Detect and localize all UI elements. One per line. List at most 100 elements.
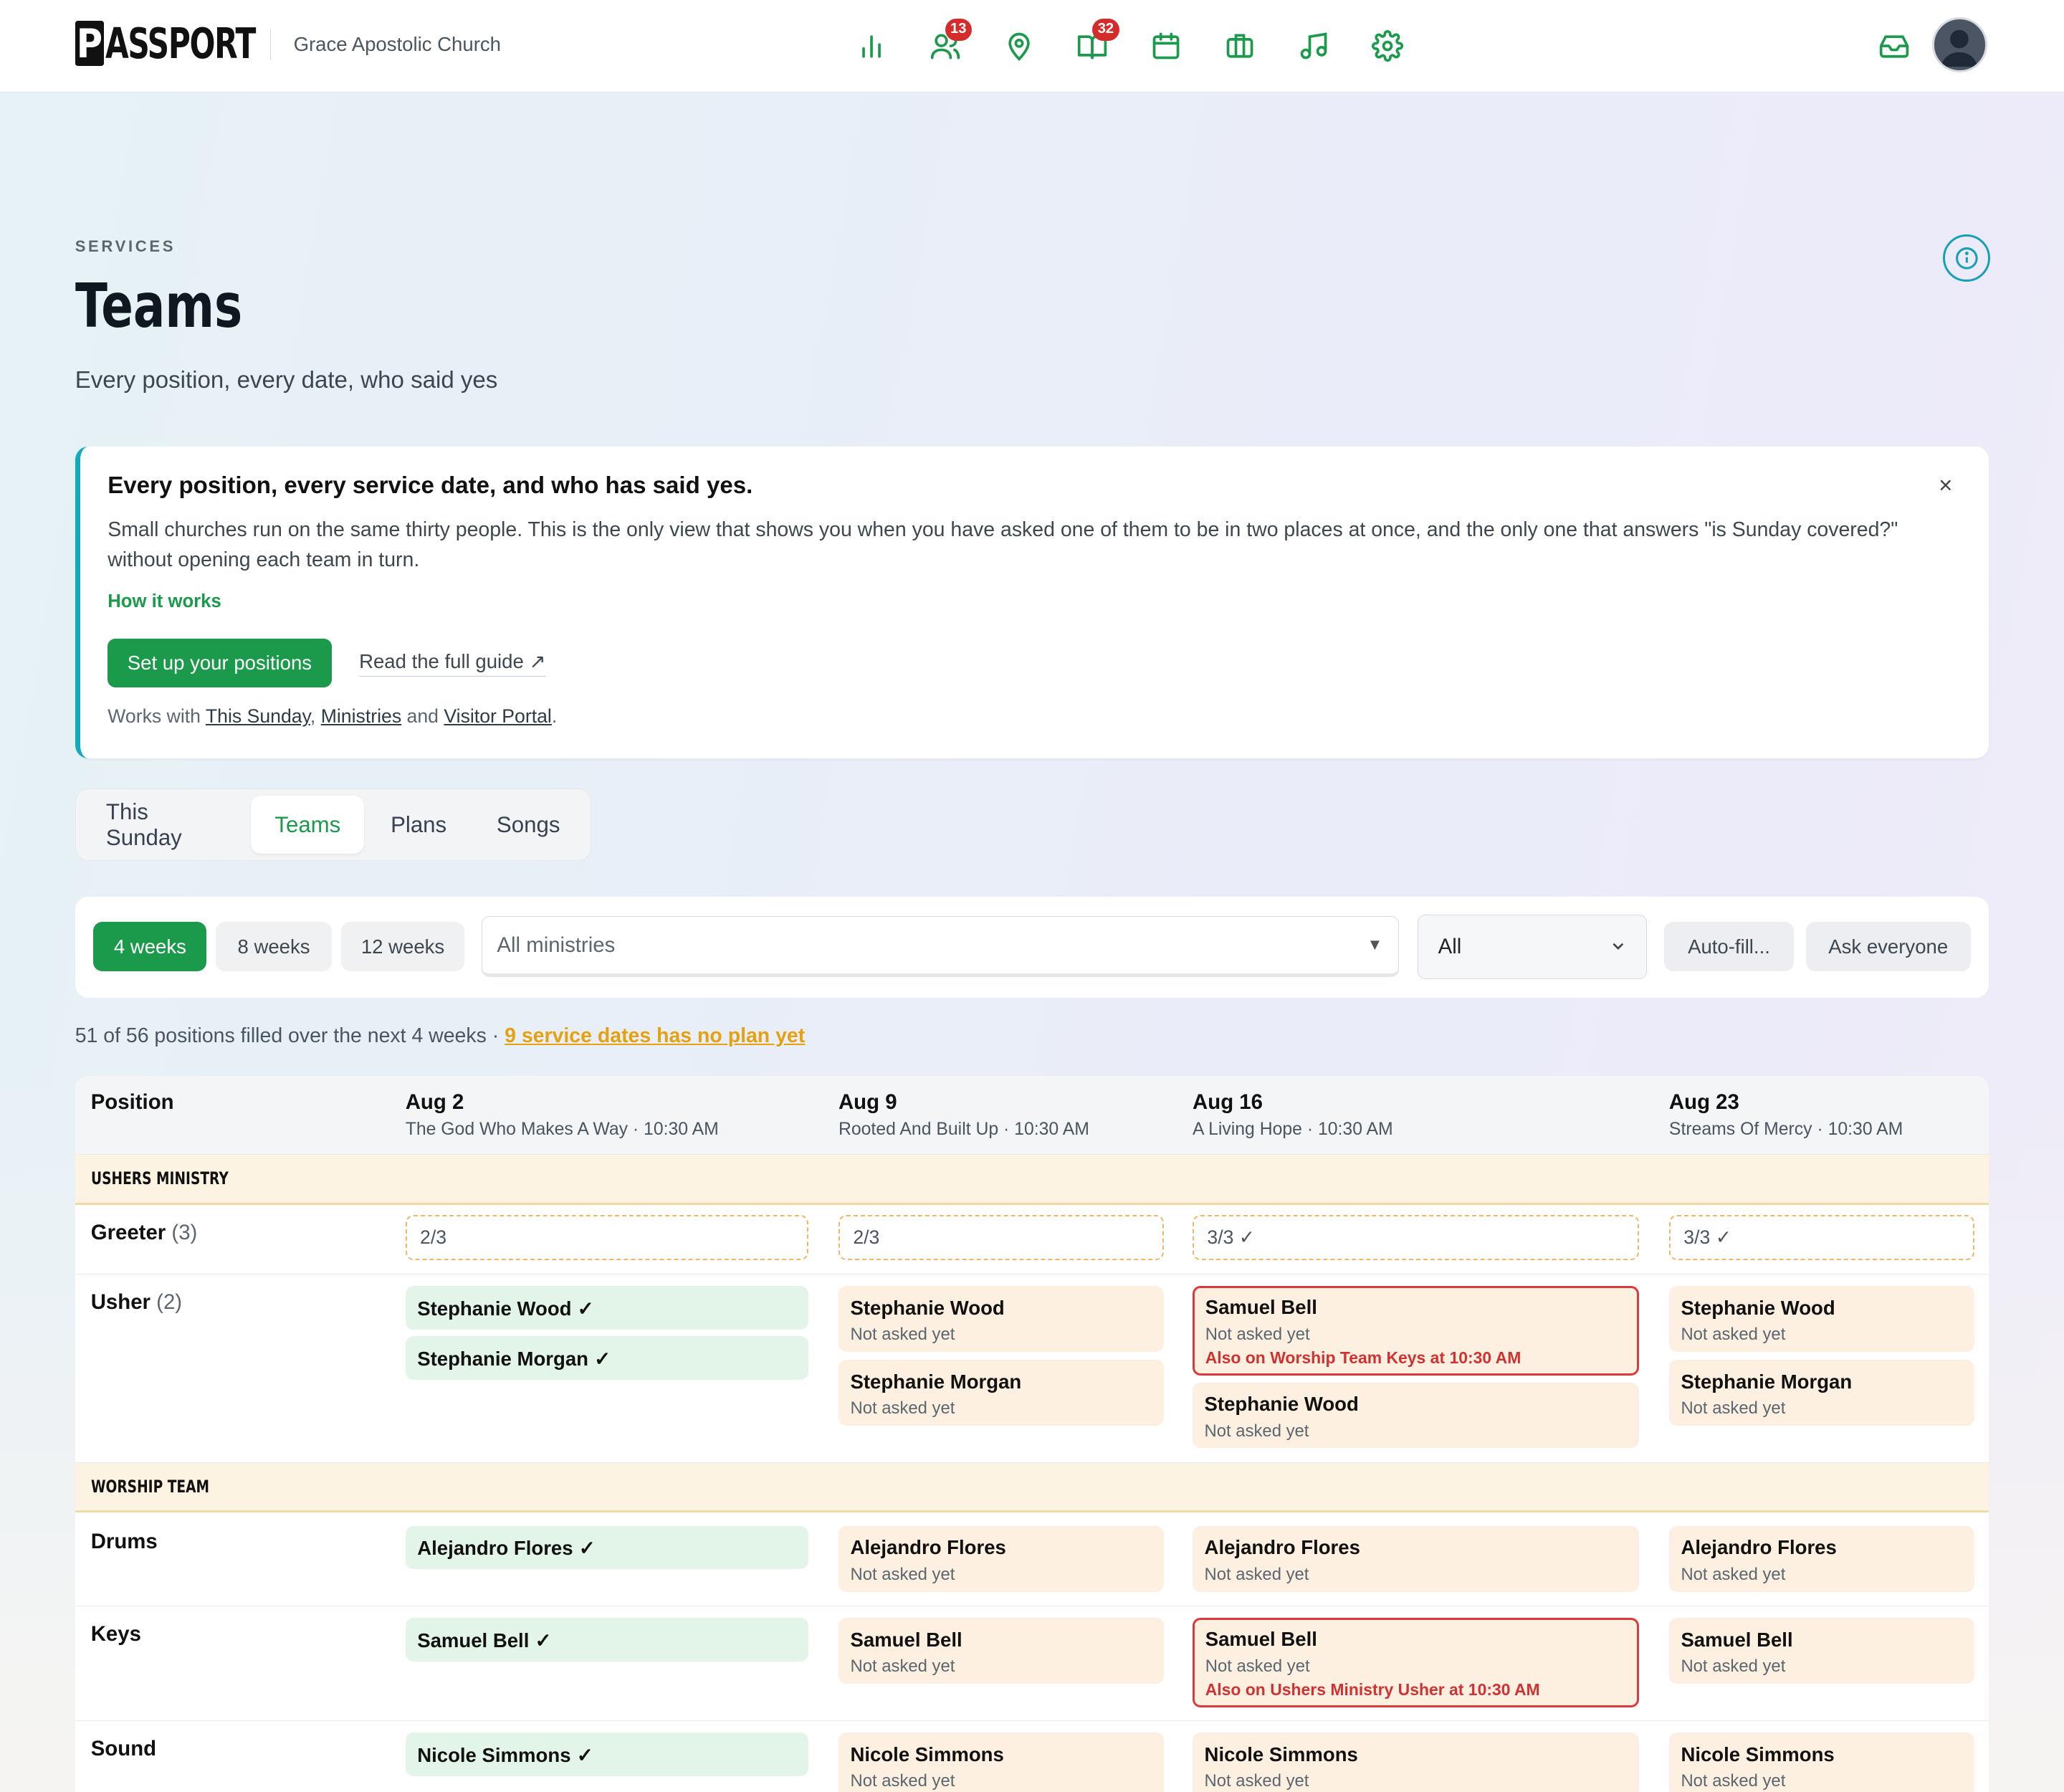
service-subtitle: A Living Hope · 10:30 AM <box>1193 1120 1393 1140</box>
date-column-header: Aug 9 Rooted And Built Up · 10:30 AM <box>838 1090 1089 1140</box>
volunteer-name: Alejandro Flores <box>417 1537 573 1560</box>
no-plan-warning-link[interactable]: 9 service dates has no plan yet <box>505 1024 805 1047</box>
date-label: Aug 23 <box>1668 1090 1739 1114</box>
service-subtitle: The God Who Makes A Way · 10:30 AM <box>405 1120 719 1140</box>
main-nav: 13 32 <box>848 18 1411 70</box>
assignment-status: Not asked yet <box>1681 1657 1786 1677</box>
capacity-slot[interactable]: 3/3 ✓ <box>1668 1215 1975 1260</box>
position-label: Usher (2) <box>91 1290 182 1315</box>
assignment-status: Not asked yet <box>850 1657 955 1677</box>
tab-songs[interactable]: Songs <box>473 796 584 854</box>
close-icon[interactable]: × <box>1939 472 1952 500</box>
assignment-card-conflict[interactable]: Samuel Bell Not asked yet Also on Ushers M… <box>1193 1618 1639 1708</box>
assignment-card[interactable]: Nicole Simmons Not asked yet <box>1193 1733 1639 1792</box>
page: P ASSPORT Grace Apostolic Church 13 32 S… <box>0 0 2064 1792</box>
assignment-card[interactable]: Stephanie Wood Not asked yet <box>1668 1286 1975 1353</box>
works-with-and: and <box>406 705 439 728</box>
info-icon[interactable] <box>1942 234 1991 282</box>
assignment-card[interactable]: Samuel Bell Not asked yet <box>838 1618 1164 1684</box>
assignment-card[interactable]: Samuel Bell Not asked yet <box>1668 1618 1975 1684</box>
assignment-status: Not asked yet <box>1681 1325 1786 1345</box>
volunteer-name: Stephanie Wood <box>417 1297 572 1320</box>
volunteer-name: Alejandro Flores <box>1204 1536 1360 1559</box>
capacity-slot[interactable]: 2/3 <box>838 1215 1164 1260</box>
assignment-card[interactable]: Stephanie Morgan ✓ <box>405 1336 808 1380</box>
section-ushers-ministry[interactable]: USHERS MINISTRY <box>75 1154 1989 1205</box>
volunteer-name: Stephanie Wood <box>1681 1297 1835 1320</box>
position-row-greeter: Greeter (3) 2/3 2/3 3/3 ✓ 3/3 ✓ <box>75 1205 1989 1274</box>
book-icon[interactable]: 32 <box>1069 18 1119 70</box>
assignment-card[interactable]: Stephanie Wood Not asked yet <box>1193 1382 1639 1449</box>
callout-heading: Every position, every service date, and … <box>108 472 753 500</box>
settings-gear-icon[interactable] <box>1364 22 1411 70</box>
assignment-card[interactable]: Nicole Simmons Not asked yet <box>1668 1733 1975 1792</box>
user-avatar[interactable] <box>1932 16 1988 73</box>
logo-mark: P <box>75 21 105 67</box>
capacity-slot[interactable]: 3/3 ✓ <box>1193 1215 1639 1260</box>
volunteer-name: Stephanie Morgan <box>1681 1370 1853 1393</box>
service-subtitle: Rooted And Built Up · 10:30 AM <box>838 1120 1089 1140</box>
position-name: Keys <box>90 1621 141 1646</box>
calendar-icon[interactable] <box>1142 22 1190 70</box>
volunteer-name: Stephanie Wood <box>1204 1393 1359 1416</box>
assignment-card[interactable]: Alejandro Flores Not asked yet <box>1193 1525 1639 1592</box>
ministries-select-value: All ministries <box>497 933 616 957</box>
ministries-link[interactable]: Ministries <box>321 705 401 727</box>
confirmed-check-icon: ✓ <box>576 1743 593 1766</box>
ask-everyone-button[interactable]: Ask everyone <box>1805 921 1971 972</box>
section-worship-team[interactable]: WORSHIP TEAM <box>75 1462 1989 1513</box>
tab-plans[interactable]: Plans <box>367 796 470 854</box>
date-column-header: Aug 23 Streams Of Mercy · 10:30 AM <box>1669 1090 1903 1140</box>
assignment-card-conflict[interactable]: Samuel Bell Not asked yet Also on Worship … <box>1193 1286 1639 1376</box>
assignment-card[interactable]: Nicole Simmons Not asked yet <box>838 1733 1164 1792</box>
analytics-icon[interactable] <box>848 22 895 70</box>
confirmed-check-icon: ✓ <box>594 1347 611 1370</box>
capacity-slot[interactable]: 2/3 <box>405 1215 808 1260</box>
position-label: Greeter (3) <box>91 1221 198 1245</box>
assignment-card[interactable]: Stephanie Wood ✓ <box>405 1286 808 1330</box>
briefcase-icon[interactable] <box>1216 22 1263 70</box>
auto-fill-button[interactable]: Auto-fill... <box>1663 921 1795 972</box>
assignment-card[interactable]: Nicole Simmons ✓ <box>405 1733 808 1776</box>
assignment-status: Not asked yet <box>1681 1771 1786 1791</box>
visitor-portal-link[interactable]: Visitor Portal <box>444 705 551 727</box>
volunteer-name: Stephanie Wood <box>850 1297 1005 1320</box>
weeks-4-button[interactable]: 4 weeks <box>93 921 207 972</box>
assignment-card[interactable]: Alejandro Flores ✓ <box>405 1525 808 1570</box>
how-it-works-link[interactable]: How it works <box>108 591 221 612</box>
volunteer-name: Samuel Bell <box>1205 1628 1317 1651</box>
assignment-card[interactable]: Stephanie Wood Not asked yet <box>838 1286 1164 1353</box>
confirmed-check-icon: ✓ <box>578 1537 596 1560</box>
status-select-value: All <box>1438 935 1462 959</box>
this-sunday-link[interactable]: This Sunday <box>206 705 310 727</box>
status-select[interactable]: All <box>1418 915 1647 980</box>
book-badge: 32 <box>1092 18 1119 41</box>
assignment-card[interactable]: Stephanie Morgan Not asked yet <box>1668 1360 1975 1426</box>
assignment-card[interactable]: Samuel Bell ✓ <box>405 1618 808 1662</box>
confirmed-check-icon: ✓ <box>577 1297 594 1320</box>
inbox-icon[interactable] <box>1878 30 1910 67</box>
ministries-select[interactable]: All ministries ▼ <box>482 916 1400 977</box>
music-note-icon[interactable] <box>1290 22 1337 70</box>
location-pin-icon[interactable] <box>995 22 1042 70</box>
full-guide-link[interactable]: Read the full guide ↗ <box>359 650 546 677</box>
assignment-status: Not asked yet <box>850 1325 955 1345</box>
page-subtitle: Every position, every date, who said yes <box>75 367 498 394</box>
tab-this-sunday[interactable]: This Sunday <box>82 796 249 854</box>
confirmed-check-icon: ✓ <box>535 1629 552 1652</box>
intro-callout: Every position, every service date, and … <box>75 446 1989 758</box>
assignment-status: Not asked yet <box>1681 1564 1786 1584</box>
volunteer-name: Nicole Simmons <box>850 1743 1004 1765</box>
people-icon[interactable]: 13 <box>922 18 972 70</box>
volunteer-name: Samuel Bell <box>1681 1628 1793 1651</box>
logo[interactable]: P ASSPORT <box>75 19 314 68</box>
assignment-card[interactable]: Alejandro Flores Not asked yet <box>1668 1525 1975 1592</box>
weeks-8-button[interactable]: 8 weeks <box>216 921 332 972</box>
assignment-card[interactable]: Stephanie Morgan Not asked yet <box>838 1360 1164 1426</box>
volunteer-name: Nicole Simmons <box>1204 1743 1358 1765</box>
assignment-card[interactable]: Alejandro Flores Not asked yet <box>838 1525 1164 1592</box>
assignment-status: Not asked yet <box>850 1771 955 1791</box>
tab-teams[interactable]: Teams <box>251 796 365 854</box>
weeks-12-button[interactable]: 12 weeks <box>340 921 465 972</box>
setup-positions-button[interactable]: Set up your positions <box>108 638 332 687</box>
